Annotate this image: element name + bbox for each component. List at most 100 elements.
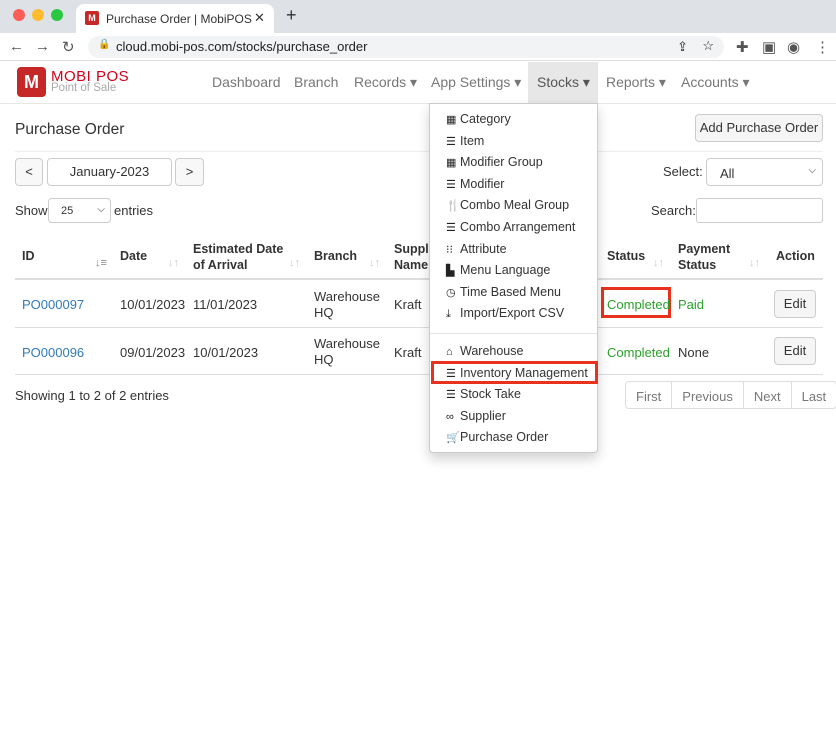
browser-tab[interactable]: M Purchase Order | MobiPOS ✕ — [76, 4, 274, 33]
sort-icon[interactable]: ↓↑ — [168, 257, 179, 269]
menu-item-combo-meal-group[interactable]: 🍴Combo Meal Group — [446, 198, 569, 212]
forward-icon[interactable]: → — [35, 38, 50, 55]
branch-cell: Warehouse HQ — [314, 289, 380, 320]
sort-icon[interactable]: ↓↑ — [369, 257, 380, 269]
page-size-select[interactable]: 25 ⌵ — [48, 198, 111, 223]
nav-app-settings[interactable]: App Settings ▾ — [431, 74, 521, 91]
col-date[interactable]: Date — [120, 249, 147, 263]
add-purchase-order-button[interactable]: Add Purchase Order — [695, 114, 823, 142]
reload-icon[interactable]: ↻ — [62, 38, 75, 56]
tasks-icon: ☰ — [446, 368, 456, 380]
col-eta[interactable]: Estimated Date of Arrival — [193, 241, 293, 273]
minimize-window-icon[interactable] — [32, 9, 44, 21]
col-branch[interactable]: Branch — [314, 249, 357, 263]
maximize-window-icon[interactable] — [51, 9, 63, 21]
edit-button[interactable]: Edit — [774, 337, 816, 365]
link-icon: ∞ — [446, 411, 454, 423]
sort-icon[interactable]: ↓↑ — [653, 257, 664, 269]
cart-icon: 🛒 — [446, 432, 460, 444]
nav-records[interactable]: Records ▾ — [354, 74, 417, 91]
logo-icon[interactable]: M — [17, 67, 46, 97]
menu-item-inventory-management[interactable]: ☰ Inventory Management — [446, 366, 588, 380]
page-title: Purchase Order — [15, 121, 125, 138]
col-action: Action — [776, 249, 815, 263]
sort-icon[interactable]: ↓↑ — [749, 257, 760, 269]
nav-stocks[interactable]: Stocks ▾ — [528, 62, 598, 103]
nav-accounts[interactable]: Accounts ▾ — [681, 74, 750, 91]
edit-button[interactable]: Edit — [774, 290, 816, 318]
sidepanel-icon[interactable]: ▣ — [762, 38, 776, 56]
url-input[interactable]: 🔒 cloud.mobi-pos.com/stocks/purchase_ord… — [88, 36, 724, 58]
menu-item-stock-take[interactable]: ☰ Stock Take — [446, 387, 521, 401]
menu-item-attribute[interactable]: ⁝⁝ Attribute — [446, 242, 507, 256]
col-id[interactable]: ID — [22, 249, 35, 263]
entries-label: entries — [114, 203, 154, 218]
tab-title: Purchase Order | MobiPOS — [106, 12, 252, 26]
sort-icon[interactable]: ↓↑ — [289, 257, 300, 269]
menu-item-supplier[interactable]: ∞ Supplier — [446, 409, 506, 423]
menu-item-purchase-order[interactable]: 🛒Purchase Order — [446, 430, 548, 444]
chevron-down-icon: ⌵ — [97, 204, 105, 215]
divider — [15, 151, 823, 152]
supplier-cell: Kraft — [394, 297, 422, 312]
menu-item-modifier-group[interactable]: ▦ Modifier Group — [446, 155, 543, 169]
menu-item-menu-language[interactable]: ▙ Menu Language — [446, 263, 550, 277]
nav-branch[interactable]: Branch — [294, 74, 338, 90]
nav-reports[interactable]: Reports ▾ — [606, 74, 666, 91]
stocks-dropdown-menu: ▦ Category ☰ Item ▦ Modifier Group ☰ Modifie… — [429, 103, 598, 453]
favicon-icon: M — [85, 11, 99, 25]
month-input[interactable]: January-2023 — [47, 158, 172, 186]
show-label: Show — [15, 203, 48, 218]
close-tab-icon[interactable]: ✕ — [254, 10, 265, 26]
menu-item-time-based-menu[interactable]: ◷ Time Based Menu — [446, 285, 561, 299]
close-window-icon[interactable] — [13, 9, 25, 21]
po-id-link[interactable]: PO000096 — [22, 345, 84, 360]
col-status[interactable]: Status — [607, 249, 645, 263]
top-navbar: M MOBI POS Point of Sale Dashboard Branc… — [0, 62, 836, 104]
next-month-button[interactable]: > — [175, 158, 204, 186]
cutlery-icon: 🍴 — [446, 200, 460, 212]
branch-select[interactable]: All ⌵ — [706, 158, 823, 186]
payment-status-cell: Paid — [678, 297, 705, 312]
page-previous[interactable]: Previous — [672, 382, 744, 408]
bookmark-star-icon[interactable]: ☆ — [702, 38, 714, 54]
back-icon[interactable]: ← — [9, 38, 24, 55]
menu-item-warehouse[interactable]: ⌂ Warehouse — [446, 344, 523, 358]
prev-month-button[interactable]: < — [15, 158, 43, 186]
extensions-icon[interactable]: ✚ — [736, 38, 749, 56]
list-icon: ☰ — [446, 222, 456, 234]
date-cell: 10/01/2023 — [120, 297, 186, 312]
menu-item-modifier[interactable]: ☰ Modifier — [446, 177, 504, 191]
th-icon: ⁝⁝ — [446, 244, 453, 256]
menu-kebab-icon[interactable]: ⋮ — [815, 38, 830, 56]
profile-icon[interactable]: ◉ — [787, 38, 800, 56]
share-icon[interactable]: ⇪ — [677, 39, 688, 55]
col-payment-status[interactable]: Payment Status — [678, 241, 738, 273]
menu-item-item[interactable]: ☰ Item — [446, 134, 484, 148]
nav-dashboard[interactable]: Dashboard — [212, 74, 281, 90]
browser-tabbar: M Purchase Order | MobiPOS ✕ + — [0, 0, 836, 33]
po-id-link[interactable]: PO000097 — [22, 297, 84, 312]
list-icon: ☰ — [446, 136, 456, 148]
row-divider — [15, 374, 823, 375]
pagination: First Previous Next Last — [625, 381, 836, 409]
sort-desc-icon[interactable]: ↓≡ — [95, 257, 107, 269]
eta-cell: 11/01/2023 — [193, 297, 258, 312]
select-label: Select: — [663, 164, 703, 179]
search-input[interactable] — [696, 198, 823, 223]
page-size-value: 25 — [61, 205, 74, 217]
menu-item-combo-arrangement[interactable]: ☰ Combo Arrangement — [446, 220, 575, 234]
date-cell: 09/01/2023 — [120, 345, 186, 360]
import-icon: ⤓ — [446, 308, 451, 320]
page-next[interactable]: Next — [744, 382, 792, 408]
list-icon: ☰ — [446, 389, 456, 401]
lock-icon: 🔒 — [98, 39, 111, 50]
table-header-border — [15, 278, 823, 280]
page-last[interactable]: Last — [792, 382, 836, 408]
supplier-cell: Kraft — [394, 345, 422, 360]
page-first[interactable]: First — [626, 382, 673, 408]
menu-item-category[interactable]: ▦ Category — [446, 112, 511, 126]
menu-item-import-export-csv[interactable]: ⤓ Import/Export CSV — [446, 306, 564, 321]
new-tab-icon[interactable]: + — [286, 5, 297, 26]
branch-select-value: All — [720, 166, 735, 181]
